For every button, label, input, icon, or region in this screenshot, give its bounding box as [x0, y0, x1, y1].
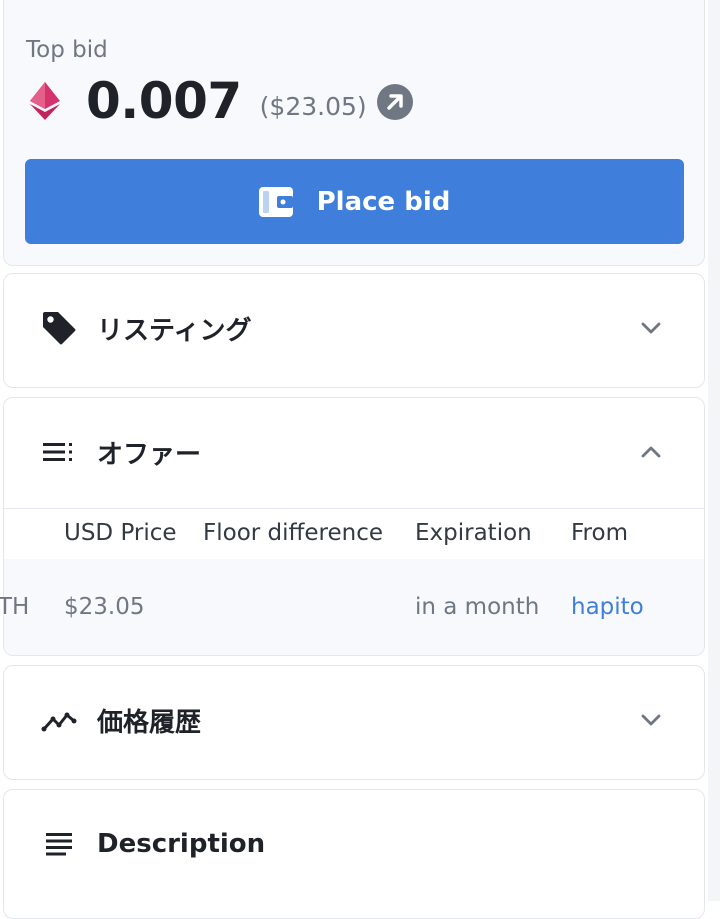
- description-title: Description: [97, 829, 266, 859]
- top-bid-label: Top bid: [26, 37, 108, 63]
- listings-panel: リスティング: [3, 273, 705, 388]
- text-lines-icon: [46, 833, 72, 856]
- column-header-floor-difference: Floor difference: [203, 520, 383, 546]
- price-cell-cut: TH: [0, 594, 30, 620]
- top-bid-panel: Top bid 0.007 ($23.05) Place bid: [3, 0, 705, 266]
- chevron-down-icon[interactable]: [640, 709, 662, 731]
- column-header-expiration: Expiration: [415, 520, 532, 546]
- tag-icon: [43, 312, 76, 345]
- place-bid-label: Place bid: [316, 186, 451, 217]
- chevron-up-icon[interactable]: [640, 441, 662, 463]
- top-bid-amount: 0.007: [86, 72, 242, 130]
- price-history-title: 価格履歴: [97, 707, 202, 738]
- top-bid-price-row: 0.007 ($23.05): [30, 73, 413, 129]
- offers-panel: オファー USD Price Floor difference Expirati…: [0, 397, 705, 656]
- table-row: TH $23.05 in a month hapito: [0, 559, 704, 655]
- offers-title: オファー: [97, 439, 202, 470]
- expiration-cell: in a month: [415, 594, 540, 620]
- place-bid-button[interactable]: Place bid: [25, 159, 684, 244]
- column-header-usd-price: USD Price: [64, 520, 177, 546]
- top-bid-usd: ($23.05): [259, 91, 367, 121]
- listings-header[interactable]: リスティング: [4, 274, 704, 382]
- list-icon: [43, 443, 72, 461]
- usd-price-cell: $23.05: [64, 594, 145, 620]
- price-history-panel: 価格履歴: [3, 665, 705, 780]
- column-header-from: From: [571, 520, 628, 546]
- wallet-icon: [258, 186, 293, 217]
- offers-table: USD Price Floor difference Expiration Fr…: [0, 508, 704, 656]
- page-edge: [708, 0, 720, 901]
- listings-title: リスティング: [97, 315, 252, 346]
- ethereum-icon: [30, 82, 60, 120]
- from-user-link[interactable]: hapito: [571, 594, 644, 620]
- open-link-icon[interactable]: [376, 84, 413, 120]
- chevron-down-icon[interactable]: [640, 317, 662, 339]
- offers-table-header: USD Price Floor difference Expiration Fr…: [4, 508, 704, 560]
- description-header[interactable]: Description: [4, 790, 704, 898]
- description-panel: Description: [3, 789, 705, 919]
- trend-line-icon: [41, 712, 77, 732]
- price-history-header[interactable]: 価格履歴: [4, 666, 704, 774]
- offers-header[interactable]: オファー: [4, 398, 704, 506]
